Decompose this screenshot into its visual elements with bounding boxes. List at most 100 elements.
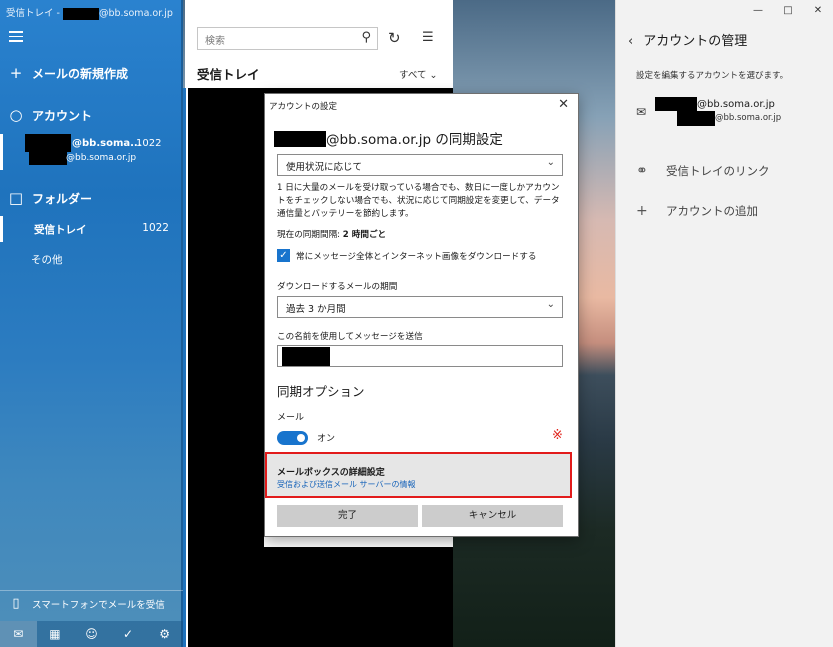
redacted-block — [282, 347, 330, 366]
plus-icon: + — [636, 203, 648, 219]
list-title: 受信トレイ — [197, 67, 260, 82]
mail-icon: ✉ — [636, 105, 647, 119]
annotation-mark: ※ — [552, 428, 563, 443]
chevron-down-icon: ⌄ — [546, 299, 555, 310]
accounts-label: アカウント — [32, 108, 93, 123]
redacted-block — [274, 131, 326, 147]
account-entry[interactable]: ✉ @bb.soma.or.jp @bb.soma.or.jp — [636, 97, 831, 129]
account-email-secondary: @bb.soma.or.jp — [715, 113, 782, 123]
sidebar-item-other[interactable]: その他 — [0, 246, 183, 272]
dialog-backdrop-strip — [264, 537, 453, 547]
sync-description: 1 日に大量のメールを受け取っている場合でも、数日に一度しかアカウントをチェック… — [277, 183, 560, 219]
person-icon: ○ — [9, 106, 23, 124]
sidebar-account-item[interactable]: @bb.soma... 1022 @bb.soma.or.jp — [0, 134, 183, 170]
add-account-label: アカウントの追加 — [666, 204, 758, 218]
account-unread-count: 1022 — [136, 138, 162, 149]
folders-label: フォルダー — [32, 191, 93, 206]
link-icon: ⚭ — [636, 163, 648, 179]
add-account-button[interactable]: + アカウントの追加 — [636, 203, 758, 219]
account-panel-title: アカウントの管理 — [643, 34, 748, 49]
folder-count: 1022 — [142, 222, 169, 234]
account-management-pane: — □ ✕ ‹ アカウントの管理 設定を編集するアカウントを選びます。 ✉ @bb… — [615, 0, 833, 647]
sync-options-heading: 同期オプション — [277, 384, 365, 399]
people-icon[interactable]: ☺ — [73, 621, 110, 647]
send-name-label: この名前を使用してメッセージを送信 — [277, 332, 423, 342]
close-icon[interactable]: ✕ — [803, 0, 833, 20]
account-panel-header: ‹ アカウントの管理 — [628, 30, 747, 49]
folder-icon: □ — [8, 189, 24, 207]
checkbox-label: 常にメッセージ全体とインターネット画像をダウンロードする — [296, 251, 537, 262]
always-download-checkbox[interactable]: ✓ 常にメッセージ全体とインターネット画像をダウンロードする — [277, 249, 536, 262]
gear-icon[interactable]: ⚙ — [146, 621, 183, 647]
close-icon[interactable]: ✕ — [558, 97, 569, 112]
search-placeholder: 検索 — [205, 36, 225, 47]
folders-button[interactable]: □ フォルダー — [0, 188, 183, 208]
window-title-suffix: @bb.soma.or.jp — [98, 8, 173, 19]
new-mail-button[interactable]: + メールの新規作成 — [0, 63, 183, 83]
phone-promo-label: スマートフォンでメールを受信 — [32, 599, 165, 611]
folder-name: その他 — [31, 254, 63, 266]
window-title: 受信トレイ - @bb.soma.or.jp — [6, 5, 173, 20]
advanced-settings-subtitle: 受信および送信メール サーバーの情報 — [277, 480, 416, 489]
mailbox-advanced-settings-link[interactable]: メールボックスの詳細設定 受信および送信メール サーバーの情報 — [265, 452, 572, 498]
send-name-input[interactable] — [277, 345, 563, 367]
sidebar-item-inbox[interactable]: 受信トレイ 1022 — [0, 216, 183, 242]
account-email-short: @bb.soma... — [72, 138, 142, 149]
todo-icon[interactable]: ✓ — [110, 621, 147, 647]
account-email: @bb.soma.or.jp — [697, 99, 775, 110]
accounts-button[interactable]: ○ アカウント — [0, 105, 183, 125]
checkbox-checked-icon: ✓ — [277, 249, 290, 262]
download-new-content-select[interactable]: 使用状況に応じて ⌄ — [277, 154, 563, 176]
window-title-prefix: 受信トレイ - — [6, 8, 63, 19]
window-controls: — □ ✕ — [743, 0, 833, 20]
redacted-block — [677, 111, 715, 126]
phone-promo-link[interactable]: ▯ スマートフォンでメールを受信 — [0, 590, 183, 616]
sync-icon[interactable]: ↻ — [388, 29, 401, 47]
app-switcher-bar: ✉ ▦ ☺ ✓ ⚙ — [0, 621, 183, 647]
filter-label: すべて — [399, 70, 427, 81]
interval-value: 2 時間ごと — [342, 230, 387, 240]
redacted-block — [655, 97, 697, 111]
cancel-button[interactable]: キャンセル — [422, 505, 563, 527]
redacted-block — [29, 151, 67, 165]
account-panel-subtitle: 設定を編集するアカウントを選びます。 — [636, 71, 789, 81]
redacted-block — [62, 7, 99, 20]
folder-name: 受信トレイ — [34, 224, 87, 236]
toggle-state-label: オン — [317, 434, 336, 444]
mail-sync-toggle[interactable] — [277, 431, 308, 445]
account-email-domain: @bb.soma.or.jp — [66, 153, 137, 163]
pane-divider — [183, 88, 186, 647]
toggle-knob — [297, 434, 305, 442]
minimize-icon[interactable]: — — [743, 0, 773, 20]
current-interval: 現在の同期間隔: 2 時間ごと — [277, 228, 386, 240]
done-button[interactable]: 完了 — [277, 505, 418, 527]
link-inboxes-label: 受信トレイのリンク — [666, 164, 770, 178]
mail-sync-label: メール — [277, 413, 305, 423]
search-icon[interactable]: ⚲ — [361, 30, 371, 45]
calendar-icon[interactable]: ▦ — [37, 621, 74, 647]
chevron-down-icon: ⌄ — [429, 70, 438, 81]
redacted-block — [25, 134, 71, 152]
mail-icon[interactable]: ✉ — [0, 621, 37, 647]
new-mail-label: メールの新規作成 — [32, 66, 129, 81]
account-settings-dialog: アカウントの設定 ✕ @bb.soma.or.jp の同期設定 使用状況に応じて… — [264, 93, 579, 537]
dialog-title: アカウントの設定 — [269, 102, 338, 112]
hamburger-menu-icon[interactable] — [9, 31, 23, 45]
select-value: 使用状況に応じて — [286, 162, 363, 173]
search-input[interactable]: 検索 ⚲ — [197, 27, 378, 50]
download-period-select[interactable]: 過去 3 か月間 ⌄ — [277, 296, 563, 318]
selection-mode-icon[interactable]: ☰ — [422, 30, 434, 45]
chevron-down-icon: ⌄ — [546, 157, 555, 168]
back-arrow-icon[interactable]: ‹ — [628, 34, 633, 49]
download-period-label: ダウンロードするメールの期間 — [277, 282, 398, 292]
select-value: 過去 3 か月間 — [286, 304, 346, 315]
interval-label: 現在の同期間隔: — [277, 230, 343, 240]
sync-heading: @bb.soma.or.jp の同期設定 — [274, 128, 503, 148]
sync-heading-text: @bb.soma.or.jp の同期設定 — [326, 132, 503, 148]
maximize-icon[interactable]: □ — [773, 0, 803, 20]
phone-icon: ▯ — [12, 596, 20, 611]
filter-dropdown[interactable]: すべて ⌄ — [399, 67, 437, 81]
link-inboxes-button[interactable]: ⚭ 受信トレイのリンク — [636, 163, 770, 179]
navigation-pane: 受信トレイ - @bb.soma.or.jp + メールの新規作成 ○ アカウン… — [0, 0, 183, 647]
advanced-settings-title: メールボックスの詳細設定 — [277, 468, 385, 478]
